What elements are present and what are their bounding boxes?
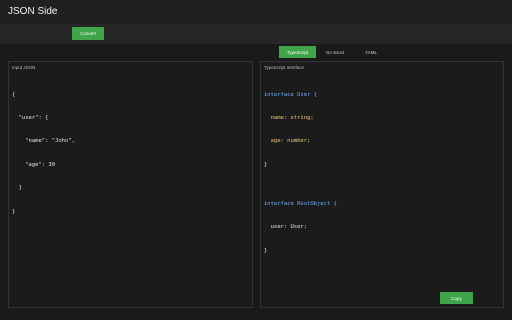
typescript-output-panel: TypeScript Interface interface User { na… xyxy=(260,61,504,308)
copy-button[interactable]: Copy xyxy=(440,292,473,304)
typescript-output: interface User { name: string; age: numb… xyxy=(264,76,337,271)
output-line: } xyxy=(264,247,268,254)
input-json-editor[interactable]: { "user": { "name": "John", "age": 30 } … xyxy=(12,76,75,232)
input-json-panel[interactable]: Input JSON { "user": { "name": "John", "… xyxy=(8,61,253,308)
input-line: "name": "John", xyxy=(12,138,75,145)
tab-yaml[interactable]: YAML xyxy=(356,46,386,58)
app-titlebar: JSON Side xyxy=(0,0,512,24)
output-line: user: User; xyxy=(264,224,308,231)
input-line: "age": 30 xyxy=(12,161,56,168)
output-line: name: string; xyxy=(264,114,314,121)
input-panel-title: Input JSON xyxy=(12,65,36,70)
convert-button[interactable]: Convert xyxy=(72,27,104,40)
input-line: } xyxy=(12,185,22,192)
output-line: interface RootObject { xyxy=(264,200,337,207)
tab-go-struct[interactable]: Go struct xyxy=(318,46,352,58)
input-line: } xyxy=(12,208,16,215)
input-line: { xyxy=(12,91,16,98)
output-line: interface User { xyxy=(264,91,317,98)
tab-typescript[interactable]: TypeScript xyxy=(279,46,316,58)
output-line: } xyxy=(264,161,268,168)
output-panel-title: TypeScript Interface xyxy=(264,65,305,70)
app-title: JSON Side xyxy=(8,6,58,17)
output-line: age: number; xyxy=(264,138,311,145)
input-line: "user": { xyxy=(12,114,49,121)
